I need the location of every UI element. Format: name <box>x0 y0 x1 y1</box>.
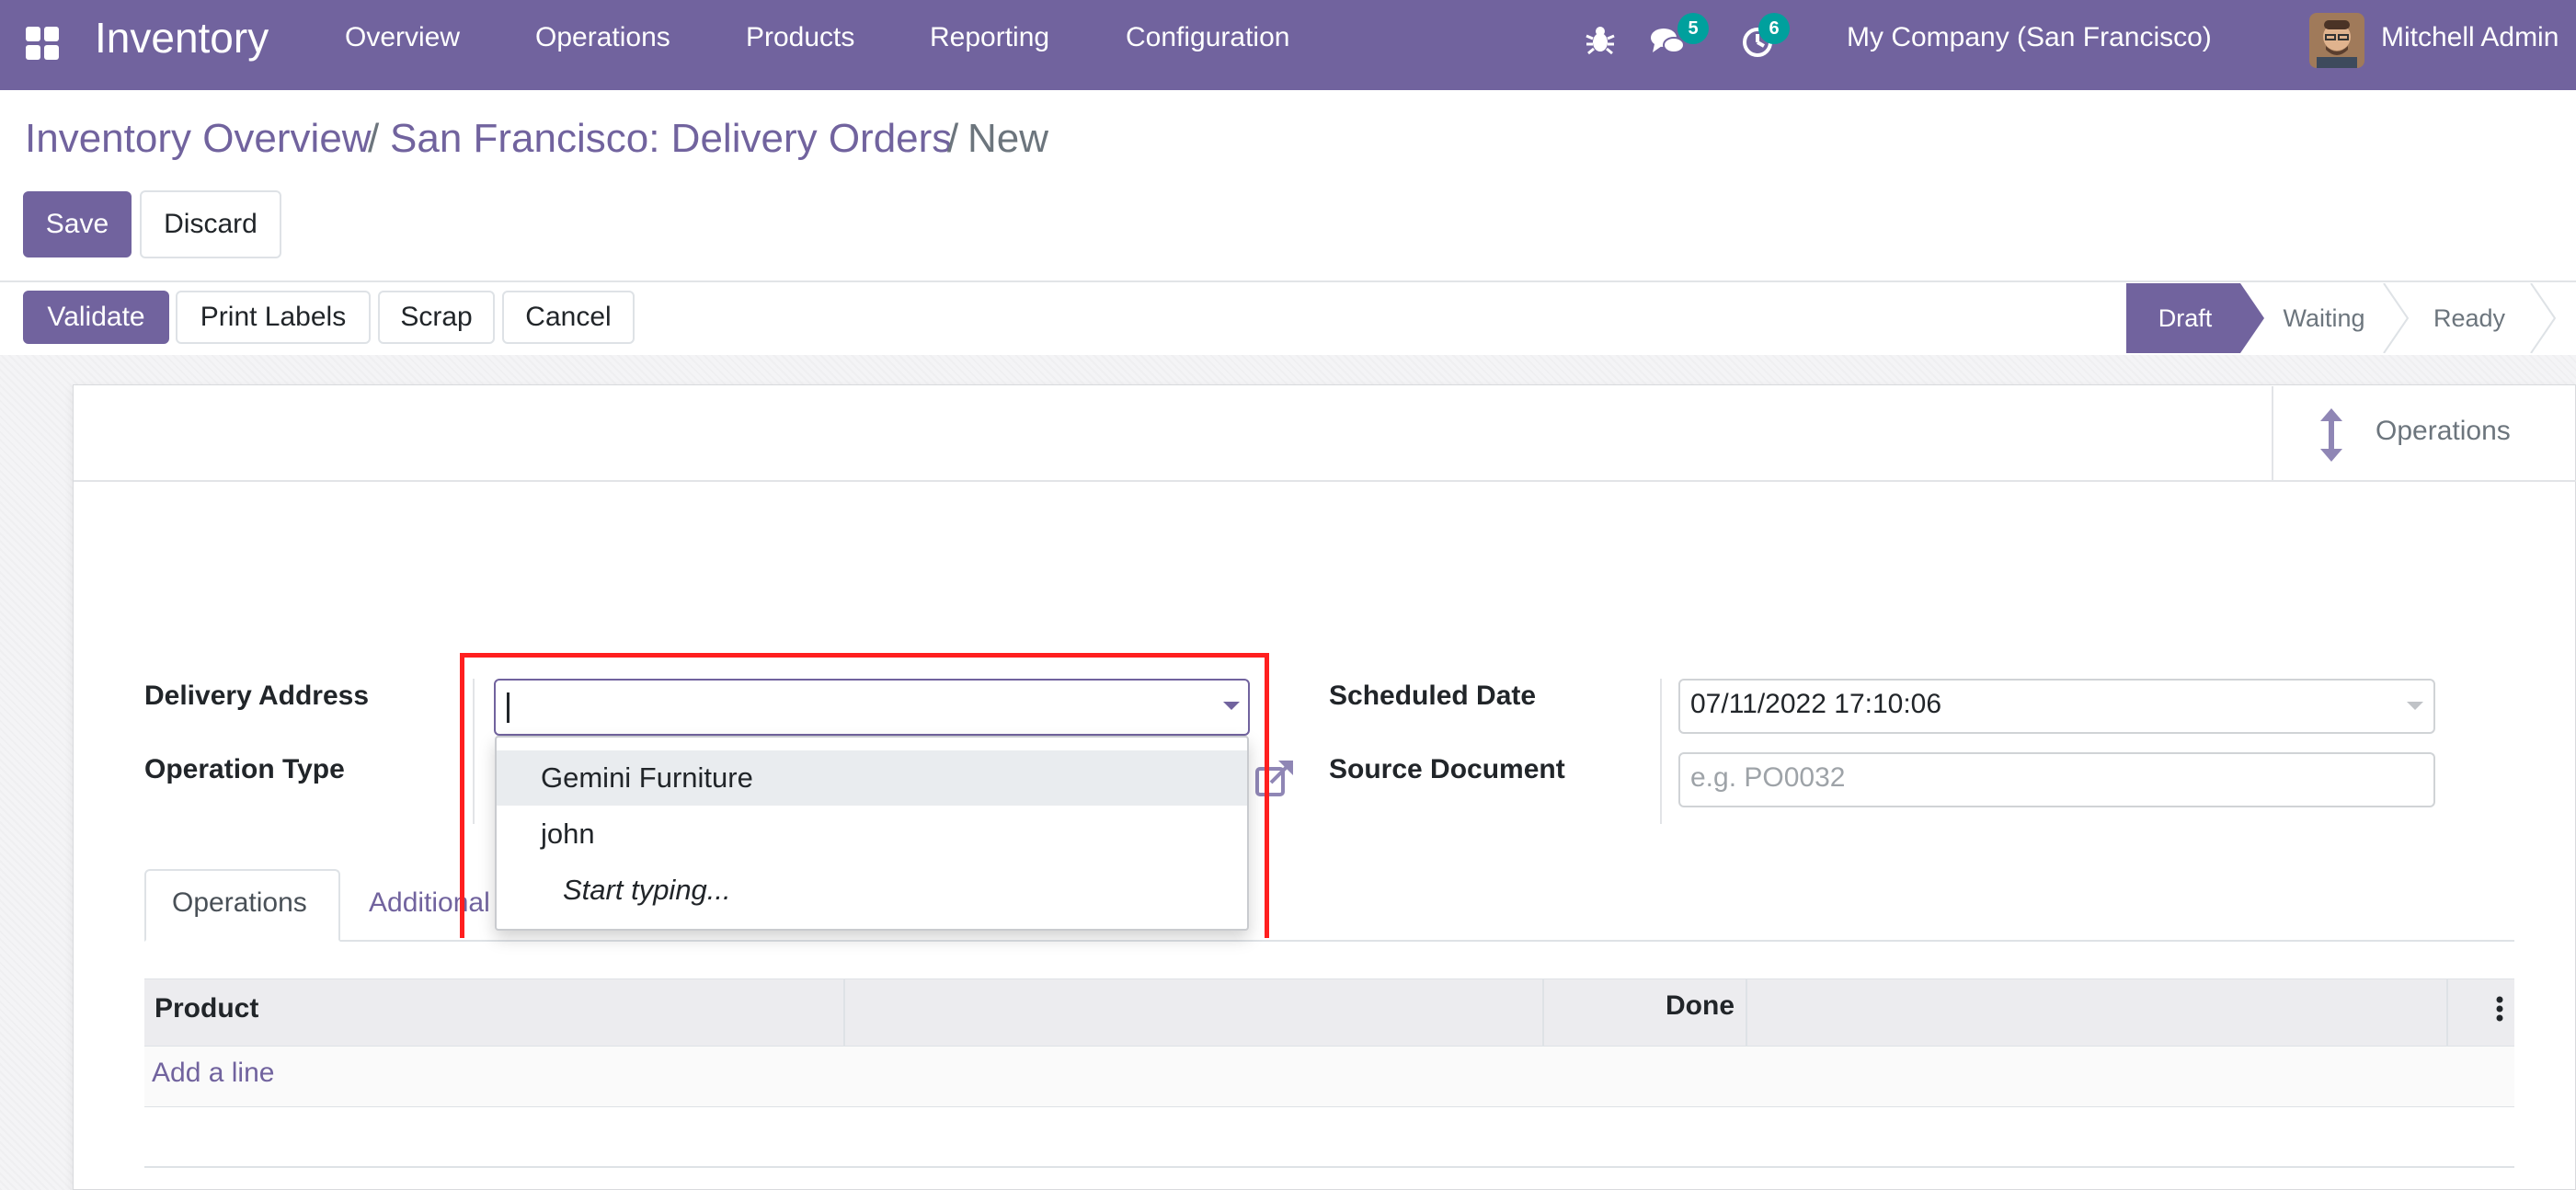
menu-products[interactable]: Products <box>746 22 854 53</box>
table-footer-line <box>144 1166 2514 1168</box>
activities-badge: 6 <box>1758 13 1790 44</box>
date-caret-icon[interactable] <box>2407 699 2423 710</box>
table-header <box>144 978 2514 1047</box>
breadcrumb-separator: / <box>947 116 959 161</box>
optional-columns-icon[interactable] <box>2496 995 2503 1023</box>
cancel-button[interactable]: Cancel <box>502 291 635 344</box>
divider <box>0 280 2576 282</box>
status-draft: Draft <box>2158 304 2213 332</box>
company-switcher[interactable]: My Company (San Francisco) <box>1847 22 2212 53</box>
scheduled-date-value: 07/11/2022 17:10:06 <box>1690 689 1942 719</box>
source-document-placeholder: e.g. PO0032 <box>1690 762 1846 793</box>
print-labels-button[interactable]: Print Labels <box>176 291 371 344</box>
status-waiting[interactable]: Waiting <box>2264 283 2384 353</box>
menu-overview[interactable]: Overview <box>345 22 460 53</box>
add-line-row <box>144 1047 2514 1107</box>
column-header-product[interactable]: Product <box>155 993 258 1024</box>
app-brand[interactable]: Inventory <box>95 13 269 63</box>
save-button[interactable]: Save <box>23 191 132 257</box>
column-header-done[interactable]: Done <box>1666 990 1735 1022</box>
breadcrumb-current: New <box>967 116 1049 161</box>
discard-button[interactable]: Discard <box>140 190 281 258</box>
tabs-divider <box>144 940 2514 942</box>
tab-operations[interactable]: Operations <box>172 887 307 919</box>
scheduled-date-label: Scheduled Date <box>1329 681 1537 711</box>
column-divider <box>1746 978 1747 1047</box>
validate-button[interactable]: Validate <box>23 291 169 344</box>
annotation-highlight <box>460 653 1269 938</box>
source-document-label: Source Document <box>1329 754 1565 784</box>
top-navbar: Inventory Overview Operations Products R… <box>0 0 2576 90</box>
breadcrumb-separator: / <box>368 116 380 161</box>
avatar[interactable] <box>2309 13 2364 68</box>
bug-icon[interactable] <box>1585 24 1616 55</box>
menu-operations[interactable]: Operations <box>535 22 670 53</box>
menu-reporting[interactable]: Reporting <box>930 22 1049 53</box>
breadcrumb-inventory-overview[interactable]: Inventory Overview <box>25 116 372 162</box>
column-divider <box>1542 978 1544 1047</box>
operation-type-label: Operation Type <box>144 754 345 784</box>
add-line-link[interactable]: Add a line <box>152 1058 274 1089</box>
breadcrumb-delivery-orders[interactable]: San Francisco: Delivery Orders <box>390 116 952 162</box>
button-box-divider <box>74 480 2576 482</box>
delivery-address-label: Delivery Address <box>144 681 370 711</box>
apps-grid-icon[interactable] <box>24 25 61 62</box>
smart-button-divider <box>2272 386 2273 480</box>
messages-badge: 5 <box>1677 13 1709 44</box>
arrows-vertical-icon[interactable] <box>2318 408 2345 462</box>
menu-configuration[interactable]: Configuration <box>1126 22 1289 53</box>
field-separator-right <box>1660 679 1662 824</box>
user-name[interactable]: Mitchell Admin <box>2381 22 2559 53</box>
scrap-button[interactable]: Scrap <box>378 291 495 344</box>
column-divider <box>843 978 845 1047</box>
status-ready[interactable]: Ready <box>2411 283 2527 353</box>
smart-button-operations[interactable]: Operations <box>2376 416 2511 447</box>
column-divider <box>2446 978 2448 1047</box>
